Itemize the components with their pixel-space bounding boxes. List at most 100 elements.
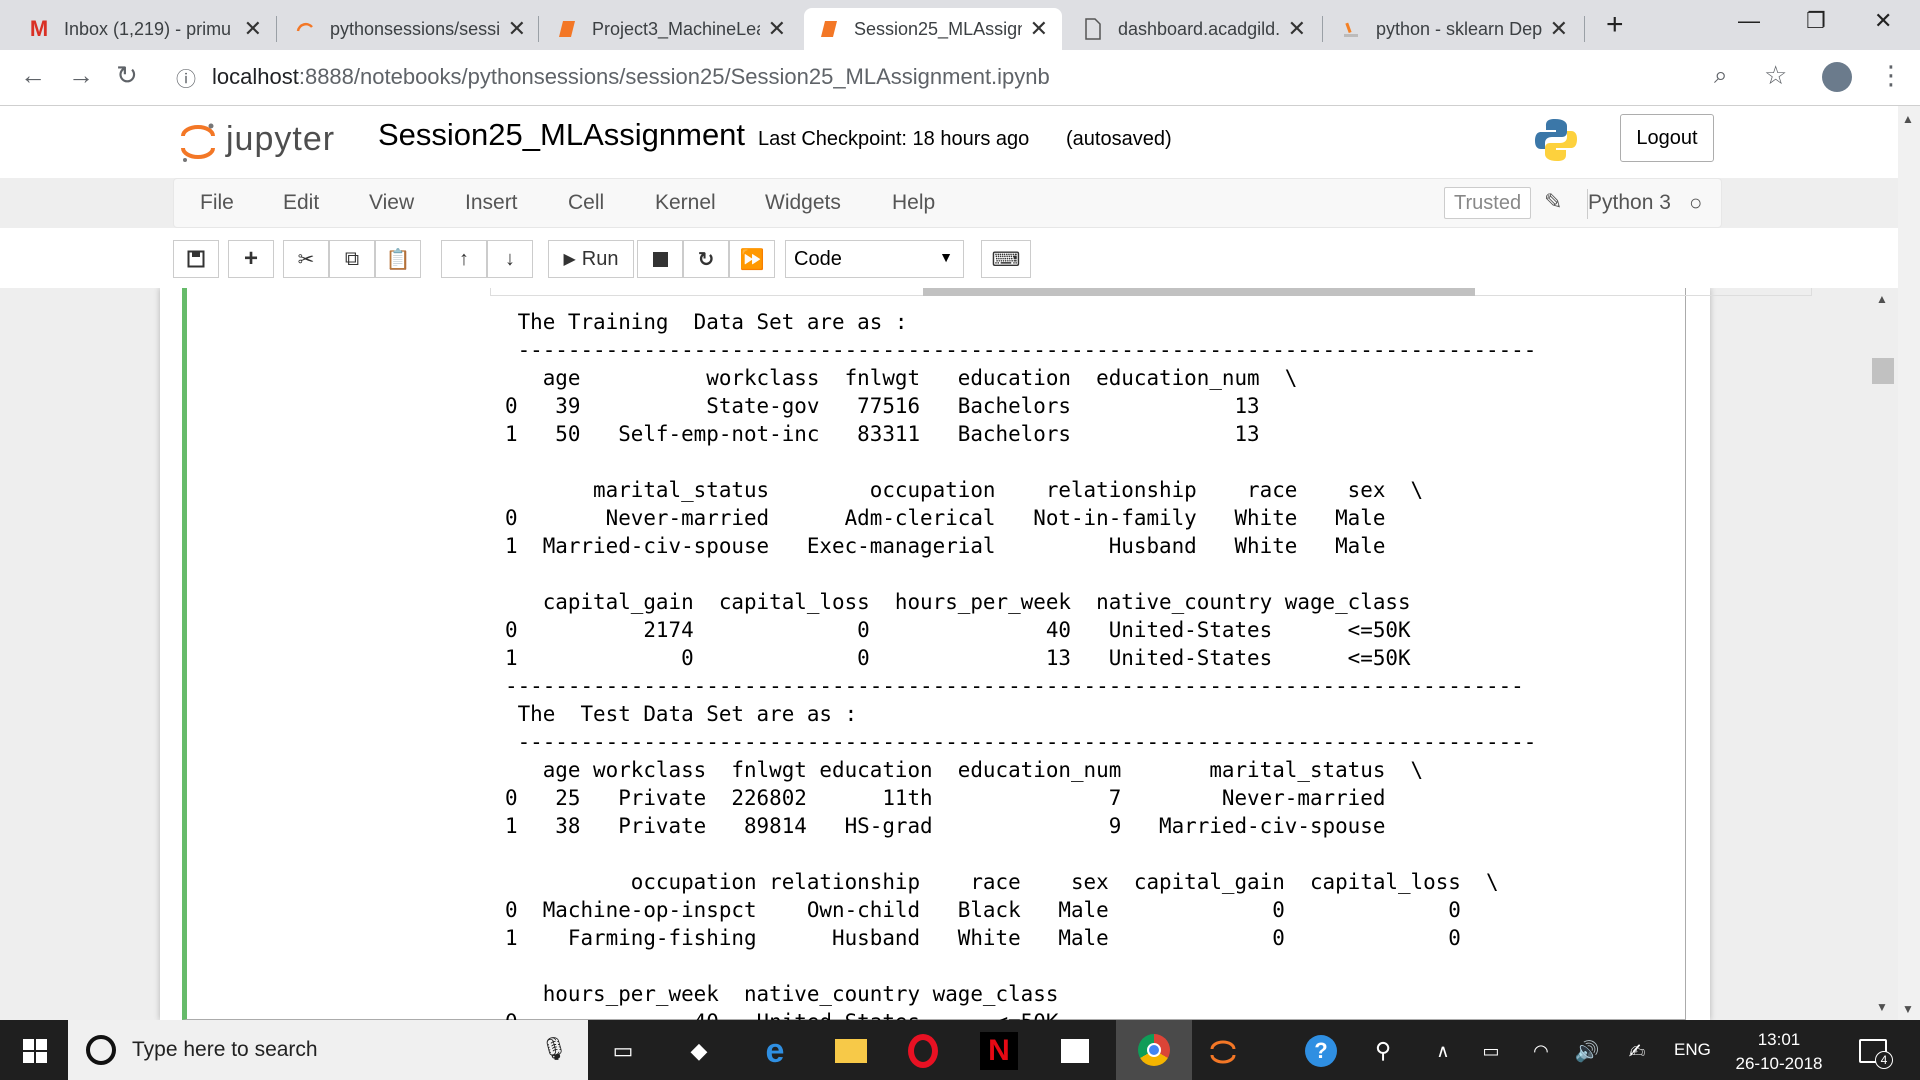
clock[interactable]: 13:01 26-10-2018 xyxy=(1726,1028,1832,1076)
reload-icon[interactable]: ↻ xyxy=(116,60,138,91)
output-line: age workclass fnlwgt education education… xyxy=(505,758,1424,782)
close-tab-icon[interactable]: ✕ xyxy=(508,16,526,42)
dropdown-caret-icon: ▼ xyxy=(939,249,953,265)
bookmark-star-icon[interactable]: ☆ xyxy=(1764,60,1787,91)
copy-button[interactable]: ⧉ xyxy=(329,240,375,278)
pen-icon[interactable]: ✍ xyxy=(1618,1032,1656,1070)
tab-stackoverflow[interactable]: python - sklearn Dep ✕ xyxy=(1326,8,1582,50)
language-indicator[interactable]: ENG xyxy=(1674,1040,1711,1060)
scrollbar-thumb[interactable] xyxy=(1872,358,1894,384)
edit-pencil-icon[interactable]: ✎ xyxy=(1544,189,1562,215)
edge-icon[interactable]: e xyxy=(756,1032,794,1070)
stop-icon xyxy=(652,251,668,267)
chrome-icon[interactable] xyxy=(1116,1020,1192,1080)
taskbar-search[interactable]: Type here to search 🎙 xyxy=(68,1020,588,1080)
command-palette-button[interactable]: ⌨ xyxy=(981,240,1031,278)
notebook-toolbar: + ✂ ⧉ 📋 ↑ ↓ ▶︎ Run ↻ ⏩ Code ▼ ⌨ xyxy=(0,228,1920,288)
store-icon[interactable] xyxy=(1056,1032,1094,1070)
menu-help[interactable]: Help xyxy=(892,191,935,215)
minimize-icon[interactable]: — xyxy=(1738,8,1760,34)
close-window-icon[interactable]: ✕ xyxy=(1874,8,1892,34)
trusted-indicator[interactable]: Trusted xyxy=(1444,187,1532,219)
add-cell-button[interactable]: + xyxy=(228,240,274,278)
restart-button[interactable]: ↻ xyxy=(683,240,729,278)
save-button[interactable] xyxy=(173,240,219,278)
address-bar[interactable]: localhost:8888/notebooks/pythonsessions/… xyxy=(212,64,1050,90)
info-icon[interactable]: ⓘ xyxy=(176,63,196,92)
paste-button[interactable]: 📋 xyxy=(375,240,421,278)
run-icon: ▶︎ xyxy=(563,251,576,268)
scroll-up-icon[interactable]: ▲ xyxy=(1902,112,1914,126)
notebook-area: The Training Data Set are as : ---------… xyxy=(0,288,1898,1020)
help-icon[interactable]: ? xyxy=(1302,1032,1340,1070)
copy-icon: ⧉ xyxy=(344,247,360,270)
run-button[interactable]: ▶︎ Run xyxy=(548,240,634,278)
interrupt-button[interactable] xyxy=(637,240,683,278)
jupyter-logo[interactable]: jupyter xyxy=(178,116,358,168)
move-down-button[interactable]: ↓ xyxy=(487,240,533,278)
zoom-icon[interactable]: ⌕ xyxy=(1714,62,1727,90)
gmail-icon: M xyxy=(29,16,49,41)
menu-edit[interactable]: Edit xyxy=(283,191,319,215)
scroll-up-icon[interactable]: ▲ xyxy=(1876,292,1888,306)
close-tab-icon[interactable]: ✕ xyxy=(1550,16,1568,42)
menu-kebab-icon[interactable]: ⋮ xyxy=(1878,60,1904,91)
tab-project3[interactable]: Project3_MachineLea ✕ xyxy=(542,8,800,50)
file-explorer-icon[interactable] xyxy=(832,1032,870,1070)
close-tab-icon[interactable]: ✕ xyxy=(1288,16,1306,42)
show-hidden-icons[interactable]: ∧ xyxy=(1424,1032,1462,1070)
scroll-down-icon[interactable]: ▼ xyxy=(1902,1002,1914,1016)
battery-icon[interactable]: ▭ xyxy=(1472,1032,1510,1070)
autosave-status: (autosaved) xyxy=(1066,128,1172,150)
cell-type-select[interactable]: Code ▼ xyxy=(785,240,964,278)
output-line: The Training Data Set are as : xyxy=(505,310,908,334)
menu-widgets[interactable]: Widgets xyxy=(765,191,841,215)
logout-button[interactable]: Logout xyxy=(1620,114,1714,162)
microphone-icon[interactable]: 🎙 xyxy=(540,1036,568,1062)
output-line: 1 38 Private 89814 HS-grad 9 Married-civ… xyxy=(505,814,1386,838)
restore-icon[interactable]: ❐ xyxy=(1806,8,1826,34)
jupyter-taskbar-icon[interactable] xyxy=(1204,1032,1242,1070)
new-tab-button[interactable]: + xyxy=(1606,8,1624,42)
volume-icon[interactable]: 🔊 xyxy=(1568,1032,1606,1070)
dropbox-icon[interactable]: ◆ xyxy=(680,1032,718,1070)
opera-icon[interactable] xyxy=(904,1032,942,1070)
menu-file[interactable]: File xyxy=(200,191,234,215)
avatar[interactable] xyxy=(1822,62,1852,92)
cut-button[interactable]: ✂ xyxy=(283,240,329,278)
fast-forward-icon: ⏩ xyxy=(739,248,765,271)
scrollbar-thumb[interactable] xyxy=(923,288,1475,296)
menu-view[interactable]: View xyxy=(369,191,414,215)
tab-session25[interactable]: Session25_MLAssign ✕ xyxy=(804,8,1062,50)
notebook-name[interactable]: Session25_MLAssignment xyxy=(378,117,745,153)
output-line: 0 2174 0 40 United-States <=50K xyxy=(505,618,1411,642)
tab-dashboard[interactable]: dashboard.acadgild.c ✕ xyxy=(1068,8,1320,50)
python-logo-icon xyxy=(1535,119,1577,161)
move-up-button[interactable]: ↑ xyxy=(441,240,487,278)
close-tab-icon[interactable]: ✕ xyxy=(1030,16,1048,42)
menu-cell[interactable]: Cell xyxy=(568,191,604,215)
back-icon[interactable]: ← xyxy=(20,60,46,91)
close-tab-icon[interactable]: ✕ xyxy=(768,16,786,42)
stackoverflow-icon xyxy=(1340,18,1362,40)
wifi-icon[interactable]: ◠ xyxy=(1522,1032,1560,1070)
netflix-icon[interactable]: N xyxy=(980,1032,1018,1070)
close-tab-icon[interactable]: ✕ xyxy=(244,16,262,42)
tab-pythonsessions[interactable]: pythonsessions/sessi ✕ xyxy=(280,8,540,50)
page-icon xyxy=(1082,18,1104,40)
scroll-down-icon[interactable]: ▼ xyxy=(1876,1000,1888,1014)
jupyter-logo-icon xyxy=(181,123,215,162)
output-line: age workclass fnlwgt education education… xyxy=(505,366,1298,390)
restart-run-all-button[interactable]: ⏩ xyxy=(729,240,775,278)
people-icon[interactable]: ⚲ xyxy=(1364,1032,1402,1070)
tab-gmail[interactable]: M Inbox (1,219) - primu ✕ xyxy=(14,8,276,50)
action-center-icon[interactable]: 4 xyxy=(1854,1032,1893,1070)
menu-insert[interactable]: Insert xyxy=(465,191,518,215)
task-view-icon[interactable]: ▭ xyxy=(604,1032,642,1070)
page-scrollbar[interactable] xyxy=(1898,106,1920,1020)
menu-kernel[interactable]: Kernel xyxy=(655,191,716,215)
forward-icon[interactable]: → xyxy=(68,60,94,91)
windows-start-icon[interactable] xyxy=(16,1032,54,1070)
output-horizontal-scrollbar[interactable] xyxy=(490,288,1812,296)
